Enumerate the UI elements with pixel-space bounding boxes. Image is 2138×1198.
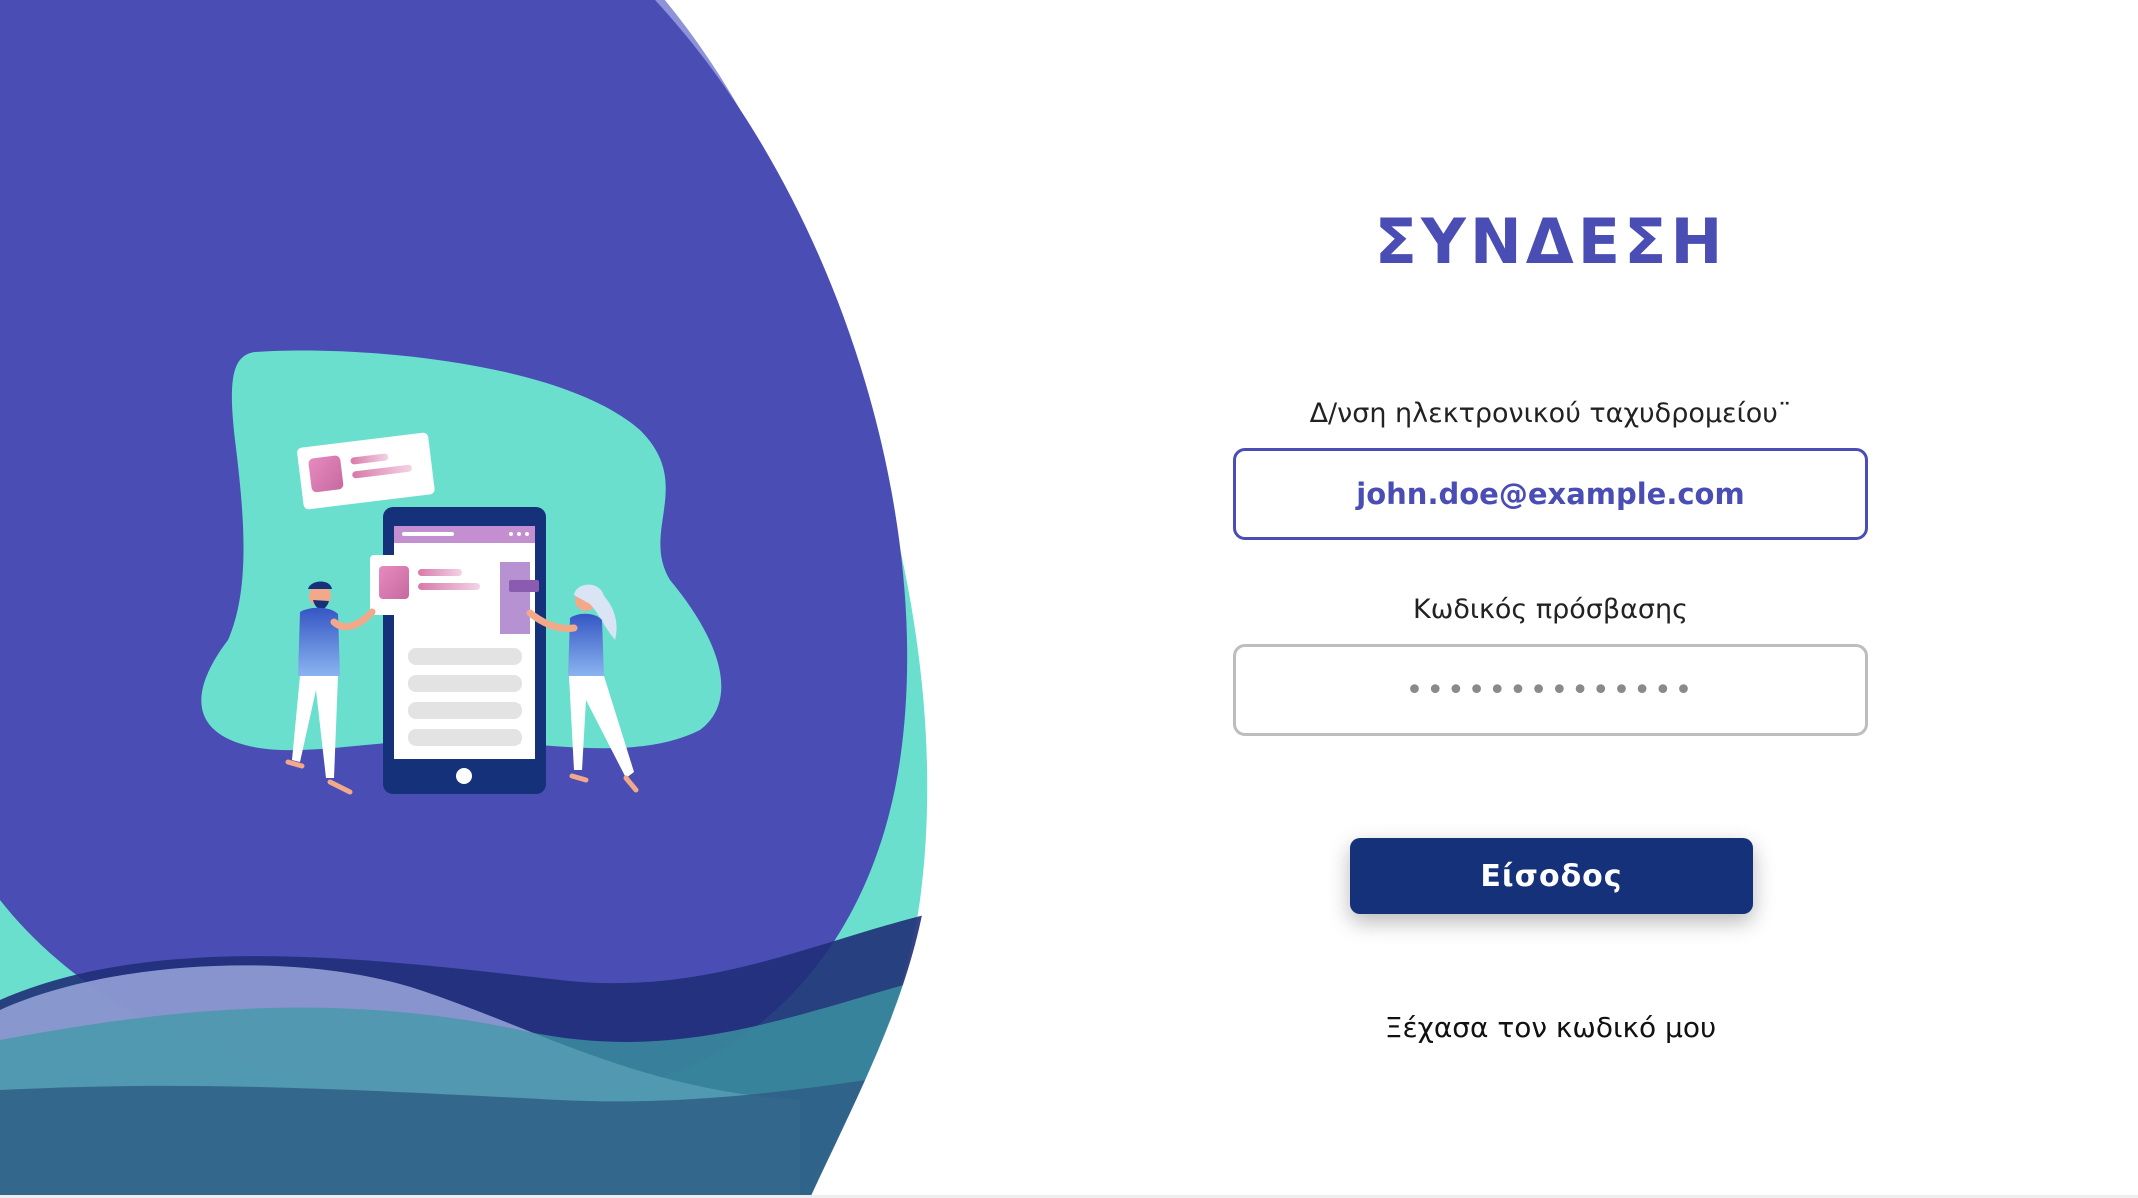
page-title: ΣΥΝΔΕΣΗ	[1374, 205, 1727, 278]
hero-illustration	[0, 0, 1000, 1198]
email-label: Δ/νση ηλεκτρονικού ταχυδρομείου¨	[1309, 398, 1792, 429]
password-field[interactable]	[1233, 644, 1868, 736]
password-label: Κωδικός πρόσβασης	[1413, 594, 1688, 625]
email-field[interactable]	[1233, 448, 1868, 540]
login-form: ΣΥΝΔΕΣΗ Δ/νση ηλεκτρονικού ταχυδρομείου¨…	[1233, 0, 1868, 1198]
login-button[interactable]: Είσοδος	[1350, 838, 1753, 914]
forgot-password-link[interactable]: Ξέχασα τον κωδικό μου	[1233, 1010, 1868, 1046]
phone-icon	[383, 507, 546, 794]
